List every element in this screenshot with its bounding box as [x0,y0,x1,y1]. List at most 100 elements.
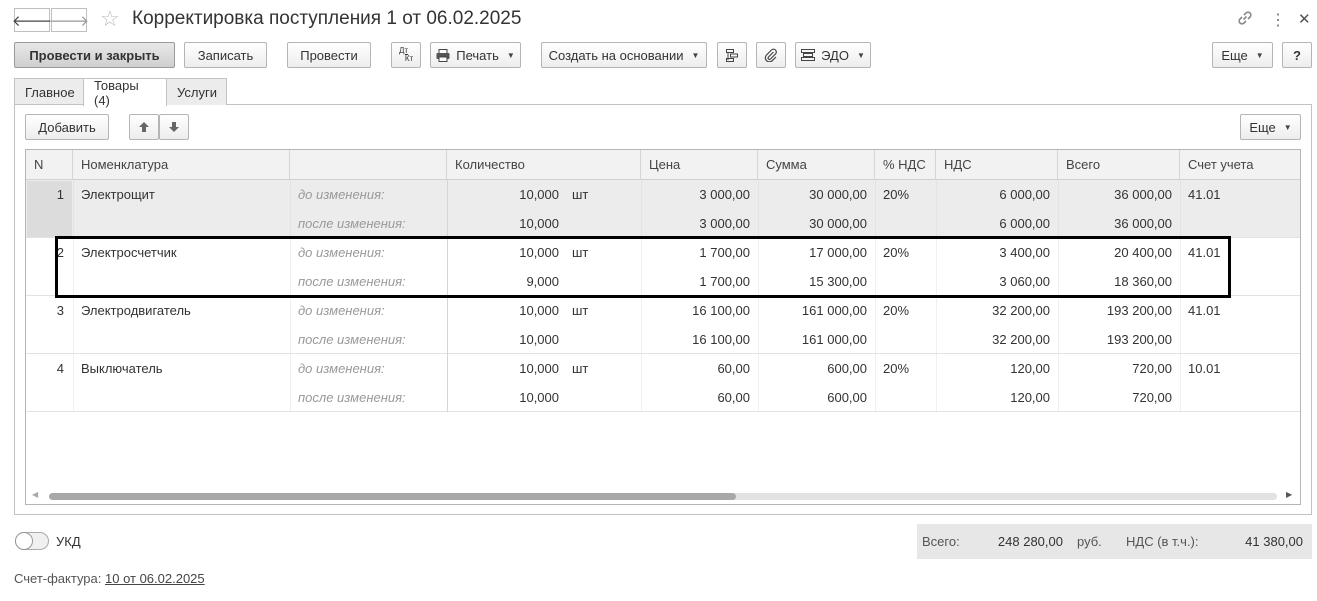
structure-button[interactable] [717,42,747,68]
after-price: 60,00 [717,390,750,405]
column-header[interactable]: Счет учета [1180,150,1300,180]
link-icon[interactable] [1236,9,1254,32]
create-based-on-button[interactable]: Создать на основании ▼ [541,42,707,68]
back-button[interactable]: 🡐 [11,8,53,32]
table-row[interactable]: 1 Электрощит до изменения: после изменения:… [26,180,1300,238]
before-qty: 10,000 [519,303,559,318]
before-sum: 600,00 [827,361,867,376]
ukd-label: УКД [56,534,81,549]
grid-more-button[interactable]: Еще ▼ [1240,114,1301,140]
chevron-down-icon: ▼ [856,50,865,60]
vat-label: НДС (в т.ч.): [1126,534,1199,549]
dt-kt-button[interactable]: Дт Кт [391,42,421,68]
goods-table[interactable]: N Номенклатура Количество Цена Сумма % Н… [25,149,1301,505]
column-header[interactable]: N [26,150,73,180]
highlight-frame [55,236,1231,298]
before-vat: 32 200,00 [992,303,1050,318]
chevron-down-icon: ▼ [1255,50,1264,60]
chevron-down-icon: ▼ [691,50,700,60]
edo-button[interactable]: ЭДО ▼ [795,42,871,68]
scroll-right-icon[interactable]: ▶ [1286,490,1292,499]
item-name: Выключатель [81,361,163,376]
arrow-down-icon [168,121,180,133]
table-header: N Номенклатура Количество Цена Сумма % Н… [26,150,1300,180]
close-icon[interactable]: ✕ [1298,10,1311,28]
column-header[interactable]: Количество [447,150,641,180]
after-total: 720,00 [1132,390,1172,405]
post-button[interactable]: Провести [287,42,371,68]
scroll-left-icon[interactable]: ◀ [32,490,38,499]
table-row[interactable]: 4 Выключатель до изменения: после изменения… [26,354,1300,412]
add-row-button[interactable]: Добавить [25,114,109,140]
after-qty: 10,000 [519,216,559,231]
column-header[interactable]: НДС [936,150,1058,180]
column-header[interactable]: Всего [1058,150,1180,180]
after-sum: 161 000,00 [801,332,867,347]
column-header[interactable]: Номенклатура [73,150,290,180]
ukd-toggle[interactable] [15,532,49,550]
arrow-left-icon: 🡐 [11,12,53,30]
before-price: 3 000,00 [699,187,750,202]
print-button[interactable]: Печать ▼ [430,42,521,68]
column-header[interactable] [290,150,447,180]
column-header[interactable]: % НДС [875,150,936,180]
row-number: 4 [56,361,64,376]
chevron-down-icon: ▼ [506,50,515,60]
tab-services[interactable]: Услуги [166,78,227,105]
scrollbar-thumb[interactable] [49,493,736,500]
unit: шт [572,303,589,318]
invoice-link[interactable]: 10 от 06.02.2025 [105,571,205,586]
before-price: 60,00 [717,361,750,376]
after-label: после изменения: [298,390,406,405]
before-total: 36 000,00 [1114,187,1172,202]
after-vat: 6 000,00 [999,216,1050,231]
invoice-label: Счет-фактура: [14,571,102,586]
row-number: 1 [56,187,64,202]
structure-icon [725,48,739,62]
vat-rate: 20% [883,303,910,318]
after-label: после изменения: [298,216,406,231]
before-label: до изменения: [298,303,385,318]
after-vat: 120,00 [1010,390,1050,405]
column-header[interactable]: Цена [641,150,758,180]
save-button[interactable]: Записать [184,42,267,68]
after-label: после изменения: [298,332,406,347]
forward-button[interactable]: 🡒 [48,8,90,32]
tab-main[interactable]: Главное [14,78,84,105]
after-qty: 10,000 [519,332,559,347]
page-title: Корректировка поступления 1 от 06.02.202… [132,8,522,29]
star-icon[interactable]: ☆ [100,6,120,32]
vat-value: 41 380,00 [1245,534,1303,549]
horizontal-scrollbar[interactable]: ◀ ▶ [24,490,1300,502]
after-sum: 30 000,00 [809,216,867,231]
column-header[interactable]: Сумма [758,150,875,180]
table-row[interactable]: 3 Электродвигатель до изменения: после изме… [26,296,1300,354]
arrow-up-icon [138,121,150,133]
arrow-right-icon: 🡒 [48,12,90,30]
help-button[interactable]: ? [1282,42,1312,68]
more-button[interactable]: Еще ▼ [1212,42,1273,68]
after-price: 16 100,00 [692,332,750,347]
after-sum: 600,00 [827,390,867,405]
before-vat: 6 000,00 [999,187,1050,202]
account: 10.01 [1188,361,1221,376]
paperclip-icon [764,48,778,62]
tab-goods[interactable]: Товары (4) [83,78,167,108]
more-vertical-icon[interactable]: ⋮ [1270,10,1286,30]
before-total: 193 200,00 [1106,303,1172,318]
chevron-down-icon: ▼ [1283,122,1292,132]
post-and-close-button[interactable]: Провести и закрыть [14,42,175,68]
attach-button[interactable] [756,42,786,68]
row-number: 3 [56,303,64,318]
before-price: 16 100,00 [692,303,750,318]
after-price: 3 000,00 [699,216,750,231]
before-qty: 10,000 [519,361,559,376]
move-up-button[interactable] [129,114,159,140]
currency-label: руб. [1077,534,1102,549]
unit: шт [572,361,589,376]
move-down-button[interactable] [159,114,189,140]
vat-rate: 20% [883,187,910,202]
after-qty: 10,000 [519,390,559,405]
total-value: 248 280,00 [997,534,1063,549]
item-name: Электрощит [81,187,155,202]
